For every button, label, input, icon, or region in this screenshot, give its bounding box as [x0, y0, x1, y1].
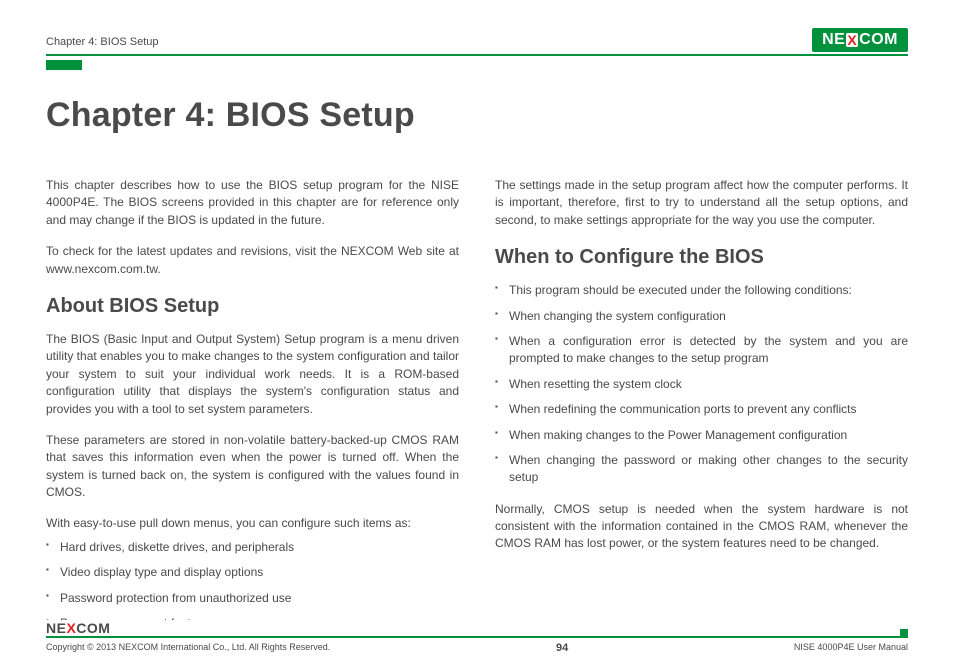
list-item: When changing the system configuration [495, 308, 908, 325]
list-item: When resetting the system clock [495, 376, 908, 393]
intro-paragraph: The settings made in the setup program a… [495, 177, 908, 229]
page: Chapter 4: BIOS Setup NEXCOM Chapter 4: … [0, 0, 954, 672]
footer: NEXCOM Copyright © 2013 NEXCOM Internati… [46, 638, 908, 654]
when-heading: When to Configure the BIOS [495, 243, 908, 272]
header-divider [46, 54, 908, 56]
intro-paragraph: To check for the latest updates and revi… [46, 243, 459, 278]
list-item: When redefining the communication ports … [495, 401, 908, 418]
footer-divider [46, 636, 908, 638]
header-chapter-label: Chapter 4: BIOS Setup [46, 36, 159, 52]
intro-paragraph: This chapter describes how to use the BI… [46, 177, 459, 229]
brand-logo-left: NE [822, 32, 845, 48]
footer-copyright: Copyright © 2013 NEXCOM International Co… [46, 642, 330, 652]
about-bullet-list: Hard drives, diskette drives, and periph… [46, 539, 459, 633]
about-paragraph: With easy-to-use pull down menus, you ca… [46, 515, 459, 532]
footer-doc-label: NISE 4000P4E User Manual [794, 642, 908, 652]
list-item: Hard drives, diskette drives, and periph… [46, 539, 459, 556]
list-item: Password protection from unauthorized us… [46, 590, 459, 607]
footer-logo-left: NE [46, 620, 66, 636]
left-column: This chapter describes how to use the BI… [46, 177, 459, 646]
list-item: When a configuration error is detected b… [495, 333, 908, 368]
body-columns: This chapter describes how to use the BI… [46, 177, 908, 646]
footer-logo-x-icon: X [66, 620, 76, 636]
list-item: When making changes to the Power Managem… [495, 427, 908, 444]
list-item: When changing the password or making oth… [495, 452, 908, 487]
footer-row: Copyright © 2013 NEXCOM International Co… [46, 642, 908, 654]
header-row: Chapter 4: BIOS Setup NEXCOM [46, 22, 908, 52]
when-paragraph: Normally, CMOS setup is needed when the … [495, 501, 908, 553]
page-title: Chapter 4: BIOS Setup [46, 96, 908, 135]
brand-logo-x-icon: X [846, 33, 858, 47]
about-heading: About BIOS Setup [46, 292, 459, 321]
footer-page-number: 94 [556, 642, 568, 654]
list-item: This program should be executed under th… [495, 282, 908, 299]
footer-logo-right: COM [76, 620, 110, 636]
brand-logo-right: COM [859, 32, 898, 48]
about-paragraph: These parameters are stored in non-volat… [46, 432, 459, 502]
footer-logo: NEXCOM [46, 620, 908, 636]
brand-logo: NEXCOM [812, 28, 908, 52]
about-paragraph: The BIOS (Basic Input and Output System)… [46, 331, 459, 418]
right-column: The settings made in the setup program a… [495, 177, 908, 646]
when-bullet-list: This program should be executed under th… [495, 282, 908, 487]
list-item: Video display type and display options [46, 564, 459, 581]
